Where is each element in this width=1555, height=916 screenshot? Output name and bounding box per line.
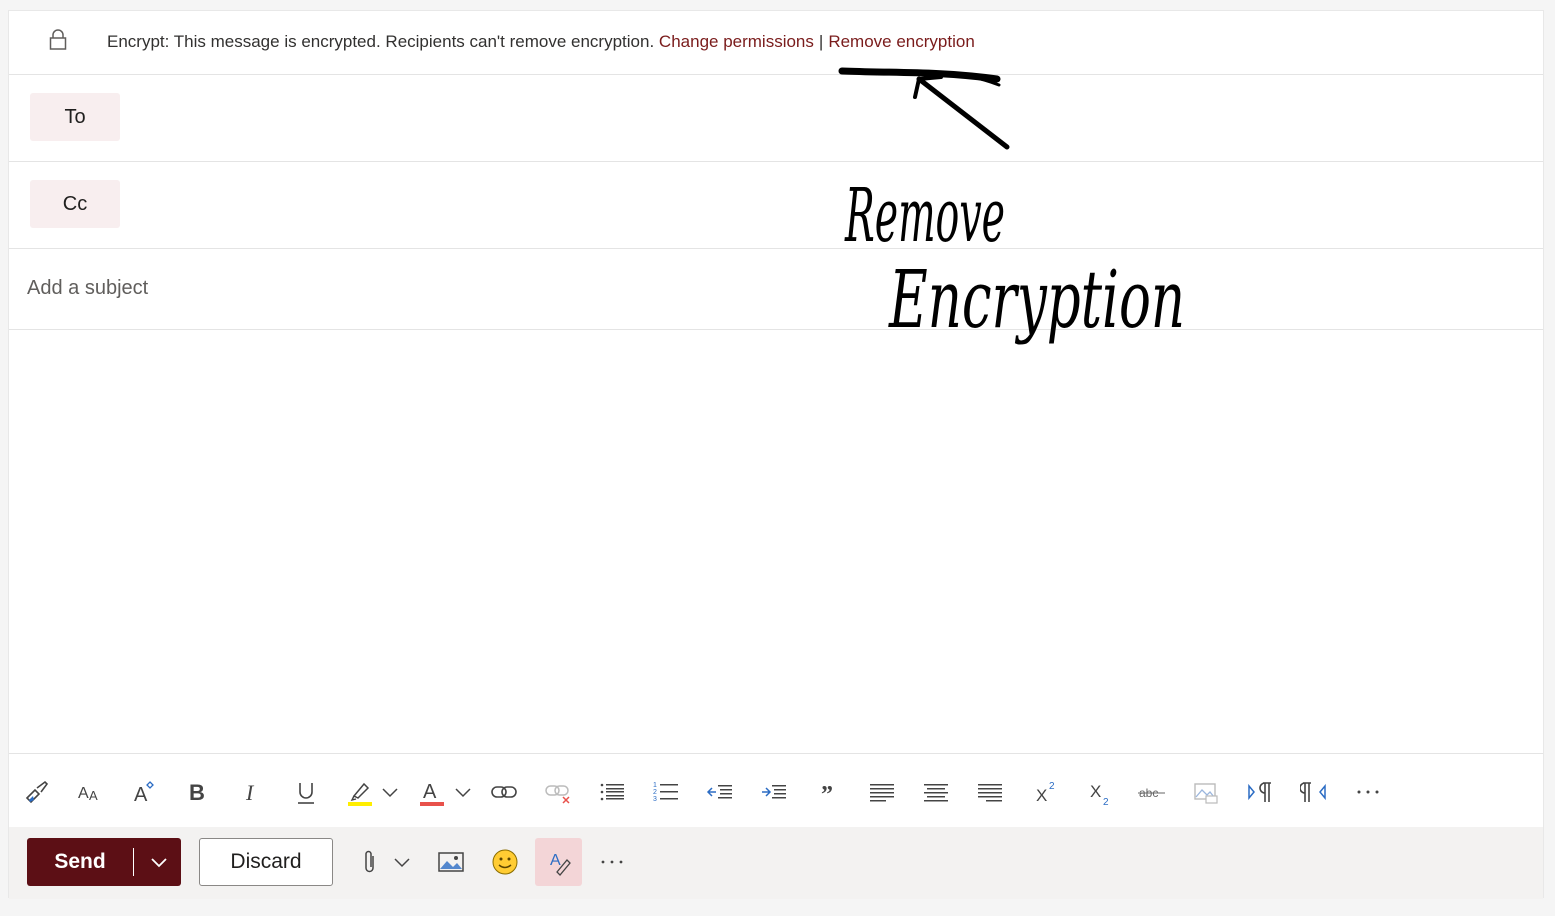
remove-encryption-link[interactable]: Remove encryption [828,32,974,51]
change-permissions-link[interactable]: Change permissions [659,32,814,51]
increase-indent-icon[interactable] [754,772,794,812]
lock-icon [49,29,67,51]
send-button[interactable]: Send [27,838,181,886]
svg-text:”: ” [821,782,833,806]
subject-row[interactable]: Add a subject [9,249,1543,330]
attach-dropdown-icon[interactable] [389,838,415,886]
text-effects-icon[interactable]: A [125,772,165,812]
rtl-icon[interactable] [1294,772,1334,812]
svg-text:X: X [1036,786,1047,805]
svg-text:1: 1 [653,782,657,789]
encryption-bar: Encrypt: This message is encrypted. Reci… [9,11,1543,75]
insert-link-icon[interactable] [484,772,524,812]
more-options-icon[interactable] [1348,772,1388,812]
svg-text:X: X [1090,782,1101,801]
to-row[interactable]: To [9,75,1543,162]
to-button[interactable]: To [30,93,120,141]
message-body[interactable] [9,330,1543,753]
numbering-icon[interactable]: 123 [646,772,686,812]
svg-text:3: 3 [653,796,657,803]
remove-link-icon[interactable] [538,772,578,812]
formatting-toolbar: AA A B I A 1 2 3 ” X 2 X 2 abc [9,753,1543,827]
bold-icon[interactable]: B [177,772,217,812]
svg-text:2: 2 [1049,781,1055,792]
svg-text:I: I [245,780,255,805]
svg-text:B: B [189,780,205,805]
discard-button[interactable]: Discard [199,838,333,886]
highlight-dropdown-icon[interactable] [372,772,408,812]
action-bar: Send Discard A [9,827,1543,899]
underline-icon[interactable] [286,772,326,812]
align-center-icon[interactable] [916,772,956,812]
subscript-icon[interactable]: X2 [1080,772,1120,812]
superscript-icon[interactable]: X2 [1026,772,1066,812]
bullets-icon[interactable] [592,772,632,812]
svg-text:2: 2 [653,789,657,796]
svg-text:A: A [89,788,98,803]
send-label: Send [54,850,106,873]
font-size-icon[interactable]: AA [70,772,110,812]
compose-window: Encrypt: This message is encrypted. Reci… [8,10,1544,899]
font-color-dropdown-icon[interactable] [445,772,481,812]
svg-text:A: A [550,852,561,869]
svg-text:A: A [423,781,437,803]
more-actions-icon[interactable] [597,838,627,886]
svg-text:A: A [134,784,148,806]
italic-icon[interactable]: I [231,772,271,812]
cc-button[interactable]: Cc [30,180,120,228]
editor-icon[interactable]: A [535,838,582,886]
strikethrough-icon[interactable]: abc [1132,772,1172,812]
svg-text:2: 2 [1103,797,1109,806]
align-right-icon[interactable] [970,772,1010,812]
attach-icon[interactable] [357,838,383,886]
send-options-chevron-icon[interactable] [137,838,181,886]
picture-icon[interactable] [1186,772,1226,812]
ltr-icon[interactable] [1240,772,1280,812]
format-painter-icon[interactable] [17,772,57,812]
encryption-status-text: Encrypt: This message is encrypted. Reci… [107,32,655,51]
decrease-indent-icon[interactable] [700,772,740,812]
quote-icon[interactable]: ” [808,772,848,812]
link-separator: | [818,32,824,51]
cc-row[interactable]: Cc [9,162,1543,249]
encryption-message: Encrypt: This message is encrypted. Reci… [107,32,975,52]
emoji-icon[interactable] [487,838,523,886]
svg-text:A: A [78,785,89,802]
align-left-icon[interactable] [862,772,902,812]
subject-input[interactable]: Add a subject [27,277,148,300]
send-divider [133,848,134,876]
insert-picture-icon[interactable] [433,838,469,886]
